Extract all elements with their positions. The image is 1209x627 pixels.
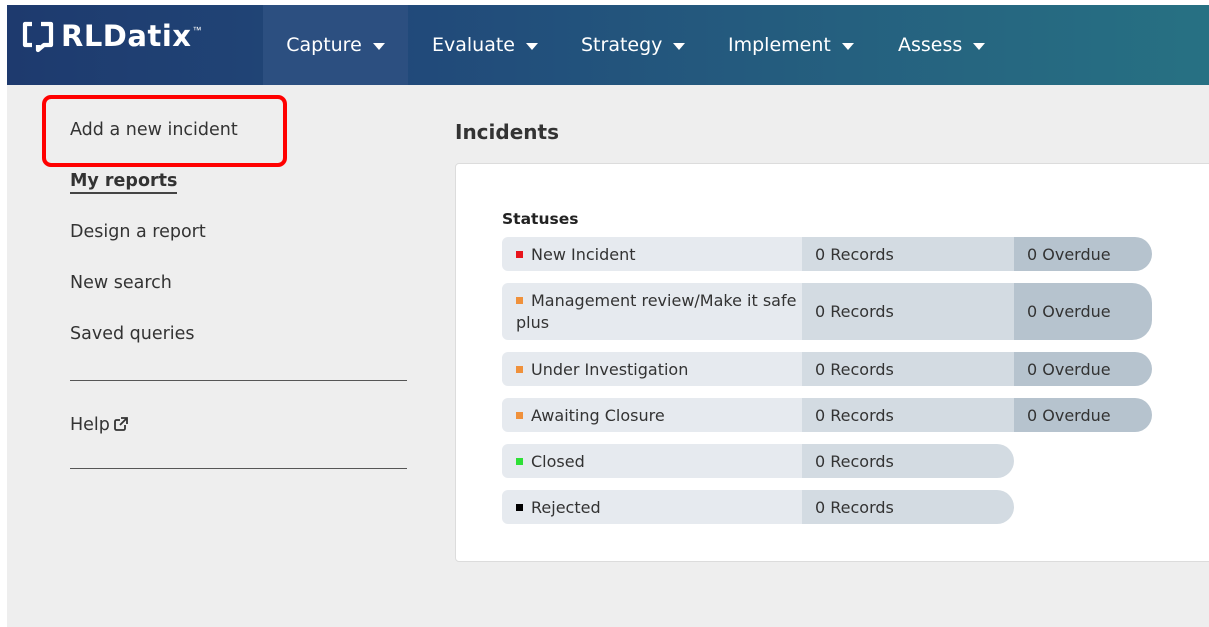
rldatix-logo-icon [21, 19, 57, 53]
nav-implement[interactable]: Implement [728, 5, 854, 85]
status-row-new-incident[interactable]: New Incident 0 Records 0 Overdue [502, 237, 1152, 271]
status-name-cell: Under Investigation [502, 352, 802, 386]
status-color-indicator [516, 457, 523, 465]
nav-capture-label: Capture [286, 34, 362, 56]
status-overdue-count[interactable]: 0 Overdue [1014, 283, 1152, 340]
chevron-down-icon [841, 42, 854, 50]
status-name: Under Investigation [531, 359, 689, 379]
status-records-count[interactable]: 0 Records [802, 490, 1014, 524]
nav-evaluate[interactable]: Evaluate [432, 5, 538, 85]
status-records-count[interactable]: 0 Records [802, 444, 1014, 478]
status-name: Management review/Make it safe plus [516, 290, 796, 334]
chevron-down-icon [372, 42, 385, 50]
status-name-cell: New Incident [502, 237, 802, 271]
nav-assess-label: Assess [898, 34, 963, 56]
sidebar-item-my-reports[interactable]: My reports [70, 171, 178, 194]
nav-implement-label: Implement [728, 34, 831, 56]
status-name: Closed [531, 451, 585, 471]
status-records-count[interactable]: 0 Records [802, 283, 1014, 340]
sidebar-item-new-search[interactable]: New search [70, 273, 172, 293]
help-label: Help [70, 415, 110, 435]
status-name-cell: Rejected [502, 490, 802, 524]
sidebar-divider [70, 468, 407, 469]
status-overdue-count[interactable]: 0 Overdue [1014, 237, 1152, 271]
nav-assess[interactable]: Assess [898, 5, 986, 85]
annotation-highlight-box [42, 95, 287, 167]
sidebar-divider [70, 380, 407, 381]
status-records-count[interactable]: 0 Records [802, 398, 1014, 432]
status-row-management-review[interactable]: Management review/Make it safe plus 0 Rec… [502, 283, 1152, 340]
sidebar-item-saved-queries[interactable]: Saved queries [70, 324, 195, 344]
app-window: RLDatix ™ Capture Evaluate Strategy Imple… [7, 5, 1209, 627]
status-name-cell: Awaiting Closure [502, 398, 802, 432]
top-navigation-bar: RLDatix ™ Capture Evaluate Strategy Imple… [7, 5, 1209, 85]
nav-capture[interactable]: Capture [263, 5, 408, 85]
status-name: New Incident [531, 244, 636, 264]
sidebar-item-help[interactable]: Help [70, 415, 128, 435]
status-color-indicator [516, 250, 523, 258]
status-name: Awaiting Closure [531, 405, 665, 425]
status-name-line-2: plus [516, 312, 550, 332]
chevron-down-icon [526, 42, 538, 50]
status-color-indicator [516, 365, 523, 373]
trademark-symbol: ™ [192, 25, 202, 35]
status-name: Rejected [531, 497, 601, 517]
nav-strategy-label: Strategy [581, 34, 663, 56]
nav-evaluate-label: Evaluate [432, 34, 515, 56]
status-color-indicator [516, 296, 523, 304]
status-row-rejected[interactable]: Rejected 0 Records [502, 490, 1014, 524]
status-overdue-count[interactable]: 0 Overdue [1014, 398, 1152, 432]
status-overdue-count[interactable]: 0 Overdue [1014, 352, 1152, 386]
brand-logo[interactable]: RLDatix ™ [21, 19, 201, 53]
status-color-indicator [516, 503, 523, 511]
brand-name: RLDatix [61, 19, 192, 53]
status-name-line-1: Management review/Make it safe [531, 290, 797, 310]
page-title: Incidents [455, 120, 559, 144]
statuses-card: Statuses New Incident 0 Records 0 Overdu… [455, 163, 1209, 562]
chevron-down-icon [673, 42, 686, 50]
status-color-indicator [516, 411, 523, 419]
status-row-closed[interactable]: Closed 0 Records [502, 444, 1014, 478]
status-name-cell: Management review/Make it safe plus [502, 283, 802, 340]
status-row-under-investigation[interactable]: Under Investigation 0 Records 0 Overdue [502, 352, 1152, 386]
status-records-count[interactable]: 0 Records [802, 237, 1014, 271]
status-name-cell: Closed [502, 444, 802, 478]
status-records-count[interactable]: 0 Records [802, 352, 1014, 386]
chevron-down-icon [973, 42, 986, 50]
external-link-icon [114, 417, 128, 431]
sidebar-item-design-a-report[interactable]: Design a report [70, 222, 206, 242]
status-row-awaiting-closure[interactable]: Awaiting Closure 0 Records 0 Overdue [502, 398, 1152, 432]
statuses-heading: Statuses [502, 210, 579, 228]
nav-strategy[interactable]: Strategy [581, 5, 686, 85]
